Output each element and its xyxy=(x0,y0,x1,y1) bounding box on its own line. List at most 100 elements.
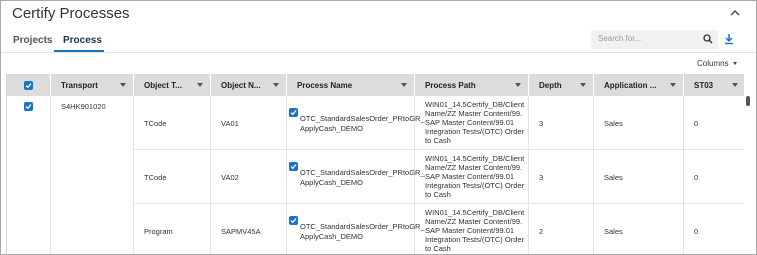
process-checkbox[interactable] xyxy=(289,162,298,171)
column-header-label: Process Name xyxy=(297,81,353,90)
column-header-process-name[interactable]: Process Name xyxy=(287,74,415,96)
tab-projects[interactable]: Projects xyxy=(13,35,52,46)
process-path-line: Integration Tests/(OTC) Order xyxy=(425,181,525,190)
object-type-cell: TCode xyxy=(134,96,211,149)
column-header-process-path[interactable]: Process Path xyxy=(415,74,529,96)
caret-down-icon[interactable] xyxy=(401,83,407,87)
column-header-depth[interactable]: Depth xyxy=(529,74,594,96)
object-name-value: VA01 xyxy=(221,119,239,128)
process-checkbox[interactable] xyxy=(289,216,298,225)
process-path-line: to Cash xyxy=(425,136,451,145)
application-cell: Sales xyxy=(594,96,684,149)
object-type-value: Program xyxy=(144,227,173,236)
chevron-up-icon[interactable] xyxy=(728,6,742,20)
row-select-cell xyxy=(7,96,51,254)
transport-cell: S4HK901020 xyxy=(51,96,134,254)
process-name-cell: OTC_StandardSalesOrder_PRtoGR_ ApplyCash… xyxy=(287,96,425,149)
object-type-value: TCode xyxy=(144,173,167,182)
process-name-line: OTC_StandardSalesOrder_PRtoGR_ xyxy=(300,222,425,231)
depth-cell: 2 xyxy=(529,204,594,254)
caret-down-icon[interactable] xyxy=(732,83,738,87)
table-row[interactable]: Program SAPMV45A OTC_StandardSalesOrder_… xyxy=(134,204,744,254)
caret-down-icon[interactable] xyxy=(515,83,521,87)
application-value: Sales xyxy=(604,227,623,236)
process-path-line: Name/ZZ Master Content/99. xyxy=(425,217,523,226)
select-all-checkbox[interactable] xyxy=(24,81,33,90)
table-row[interactable]: TCode VA02 OTC_StandardSalesOrder_PRtoGR… xyxy=(134,150,744,204)
column-header-label: Depth xyxy=(539,81,562,90)
object-type-cell: TCode xyxy=(134,150,211,203)
column-header-label: Process Path xyxy=(425,81,476,90)
vertical-scrollbar-thumb[interactable] xyxy=(746,96,750,106)
process-path-line: Integration Tests/(OTC) Order xyxy=(425,127,525,136)
process-table: Transport Object T... Object N... Proces… xyxy=(6,74,744,254)
column-header-object-name[interactable]: Object N... xyxy=(211,74,287,96)
process-path-line: WIN01_14.5Certify_DB/Client xyxy=(425,100,525,109)
application-cell: Sales xyxy=(594,204,684,254)
caret-down-icon[interactable] xyxy=(670,83,676,87)
chevron-down-icon xyxy=(732,62,737,66)
process-name: OTC_StandardSalesOrder_PRtoGR_ ApplyCash… xyxy=(300,114,425,134)
transport-value: S4HK901020 xyxy=(61,102,106,111)
st03-cell: 0 xyxy=(684,96,744,149)
process-path-line: SAP Master Content/99.01 xyxy=(425,172,515,181)
caret-down-icon[interactable] xyxy=(120,83,126,87)
object-name-cell: VA01 xyxy=(211,96,287,149)
caret-down-icon[interactable] xyxy=(580,83,586,87)
process-path-line: SAP Master Content/99.01 xyxy=(425,118,515,127)
process-path: WIN01_14.5Certify_DB/Client Name/ZZ Mast… xyxy=(425,154,524,199)
search-input[interactable]: Search for... xyxy=(591,30,718,49)
tab-process[interactable]: Process xyxy=(63,35,102,46)
process-path-cell: WIN01_14.5Certify_DB/Client Name/ZZ Mast… xyxy=(415,204,529,254)
column-header-object-type[interactable]: Object T... xyxy=(134,74,211,96)
process-name-line: OTC_StandardSalesOrder_PRtoGR_ xyxy=(300,168,425,177)
process-path-cell: WIN01_14.5Certify_DB/Client Name/ZZ Mast… xyxy=(415,150,529,203)
process-name-line: ApplyCash_DEMO xyxy=(300,124,363,133)
process-path-line: to Cash xyxy=(425,244,451,253)
process-path-line: WIN01_14.5Certify_DB/Client xyxy=(425,208,525,217)
header-select-all xyxy=(7,74,51,96)
column-header-label: Object N... xyxy=(221,81,261,90)
column-header-st03[interactable]: ST03 xyxy=(684,74,744,96)
st03-value: 0 xyxy=(694,227,699,236)
depth-cell: 3 xyxy=(529,150,594,203)
application-value: Sales xyxy=(604,173,623,182)
table-row[interactable]: TCode VA01 OTC_StandardSalesOrder_PRtoGR… xyxy=(134,96,744,150)
process-name-cell: OTC_StandardSalesOrder_PRtoGR_ ApplyCash… xyxy=(287,150,425,203)
column-header-label: Object T... xyxy=(144,81,182,90)
st03-cell: 0 xyxy=(684,150,744,203)
process-path-line: Integration Tests/(OTC) Order xyxy=(425,235,525,244)
process-path-line: Name/ZZ Master Content/99. xyxy=(425,109,523,118)
column-header-transport[interactable]: Transport xyxy=(51,74,134,96)
object-name-cell: SAPMV45A xyxy=(211,204,287,254)
depth-value: 2 xyxy=(539,227,544,236)
depth-value: 3 xyxy=(539,119,544,128)
caret-down-icon[interactable] xyxy=(273,83,279,87)
search-icon[interactable] xyxy=(703,34,713,44)
columns-label: Columns xyxy=(697,59,729,68)
search-placeholder: Search for... xyxy=(598,34,642,43)
row-checkbox[interactable] xyxy=(24,102,33,111)
object-name-value: SAPMV45A xyxy=(221,227,261,236)
process-path: WIN01_14.5Certify_DB/Client Name/ZZ Mast… xyxy=(425,208,524,253)
process-checkbox[interactable] xyxy=(289,108,298,117)
application-cell: Sales xyxy=(594,150,684,203)
column-header-application[interactable]: Application ... xyxy=(594,74,684,96)
panel-title: Certify Processes xyxy=(12,5,130,22)
process-name: OTC_StandardSalesOrder_PRtoGR_ ApplyCash… xyxy=(300,168,425,188)
certify-processes-panel: Certify Processes Projects Process Searc… xyxy=(0,0,757,255)
column-header-label: Transport xyxy=(61,81,98,90)
columns-button[interactable]: Columns xyxy=(697,59,737,68)
process-path: WIN01_14.5Certify_DB/Client Name/ZZ Mast… xyxy=(425,100,524,145)
process-path-line: to Cash xyxy=(425,190,451,199)
st03-value: 0 xyxy=(694,119,699,128)
object-type-cell: Program xyxy=(134,204,211,254)
download-icon[interactable] xyxy=(724,33,734,45)
process-path-line: SAP Master Content/99.01 xyxy=(425,226,515,235)
process-name-line: ApplyCash_DEMO xyxy=(300,232,363,241)
process-name-cell: OTC_StandardSalesOrder_PRtoGR_ ApplyCash… xyxy=(287,204,425,254)
caret-down-icon[interactable] xyxy=(197,83,203,87)
application-value: Sales xyxy=(604,119,623,128)
column-header-label: Application ... xyxy=(604,81,657,90)
depth-value: 3 xyxy=(539,173,544,182)
